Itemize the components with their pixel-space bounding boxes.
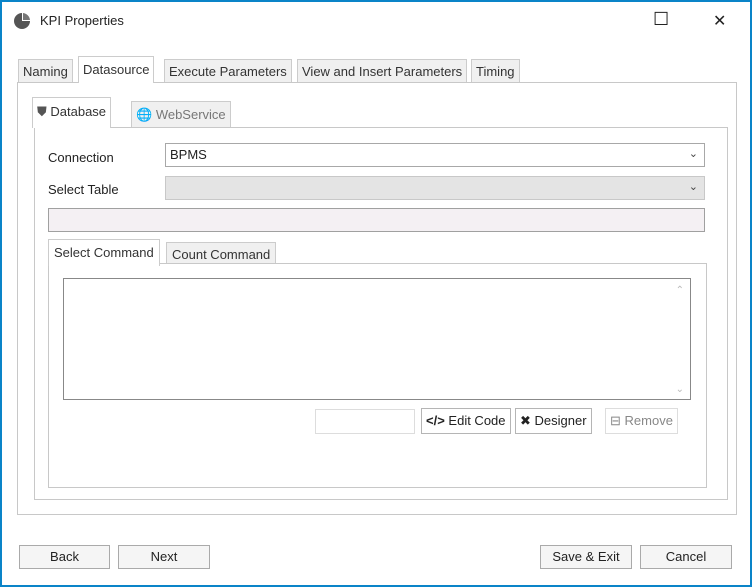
scroll-up-icon[interactable]: ⌃ <box>676 285 684 296</box>
tab-naming[interactable]: Naming <box>18 59 73 83</box>
select-table-label: Select Table <box>48 182 119 197</box>
pie-chart-icon <box>14 12 31 29</box>
connection-select[interactable]: BPMS ⌄ <box>165 143 705 167</box>
back-button[interactable]: Back <box>19 545 110 569</box>
remove-button[interactable]: ⊟ Remove <box>605 408 678 434</box>
save-exit-button[interactable]: Save & Exit <box>540 545 632 569</box>
select-command-panel: ⌃ ⌄ </> Edit Code ✖ Designer ⊟ Remove <box>48 263 707 488</box>
select-table-select[interactable]: ⌄ <box>165 176 705 200</box>
designer-button[interactable]: ✖ Designer <box>515 408 592 434</box>
chevron-down-icon: ⌄ <box>688 181 698 193</box>
database-icon: ⛊ <box>37 104 47 119</box>
tab-webservice[interactable]: 🌐 WebService <box>131 101 231 128</box>
maximize-button[interactable]: ☐ <box>653 9 669 30</box>
connection-label: Connection <box>48 150 114 165</box>
minus-box-icon: ⊟ <box>610 413 621 428</box>
tab-view-insert-parameters[interactable]: View and Insert Parameters <box>297 59 468 83</box>
command-name-input[interactable] <box>315 409 415 434</box>
cancel-button[interactable]: Cancel <box>640 545 732 569</box>
source-tabs: ⛊ Database 🌐 WebService <box>32 97 332 129</box>
tab-timing[interactable]: Timing <box>471 59 520 83</box>
command-tabs: Select Command Count Command <box>48 238 708 266</box>
tab-datasource[interactable]: Datasource <box>78 56 155 83</box>
datasource-panel: ⛊ Database 🌐 WebService Connection BPMS ⌄… <box>17 82 737 515</box>
chevron-down-icon: ⌄ <box>688 148 698 160</box>
tab-execute-parameters[interactable]: Execute Parameters <box>164 59 292 83</box>
scroll-down-icon[interactable]: ⌄ <box>676 384 684 395</box>
code-icon: </> <box>426 413 445 428</box>
tab-select-command[interactable]: Select Command <box>48 239 160 266</box>
tab-database[interactable]: ⛊ Database <box>32 97 112 128</box>
command-textarea[interactable]: ⌃ ⌄ <box>63 278 691 400</box>
edit-code-button[interactable]: </> Edit Code <box>421 408 511 434</box>
table-path-field[interactable] <box>48 208 705 232</box>
kpi-properties-dialog: KPI Properties ☐ ✕ Naming Datasource Exe… <box>2 2 750 585</box>
main-tabs: Naming Datasource Execute Parameters Vie… <box>18 56 738 85</box>
database-panel: Connection BPMS ⌄ Select Table ⌄ Select C… <box>34 127 728 500</box>
globe-icon: 🌐 <box>136 107 153 122</box>
window-title: KPI Properties <box>40 13 124 28</box>
tools-icon: ✖ <box>520 413 531 428</box>
next-button[interactable]: Next <box>118 545 210 569</box>
close-button[interactable]: ✕ <box>713 11 726 31</box>
